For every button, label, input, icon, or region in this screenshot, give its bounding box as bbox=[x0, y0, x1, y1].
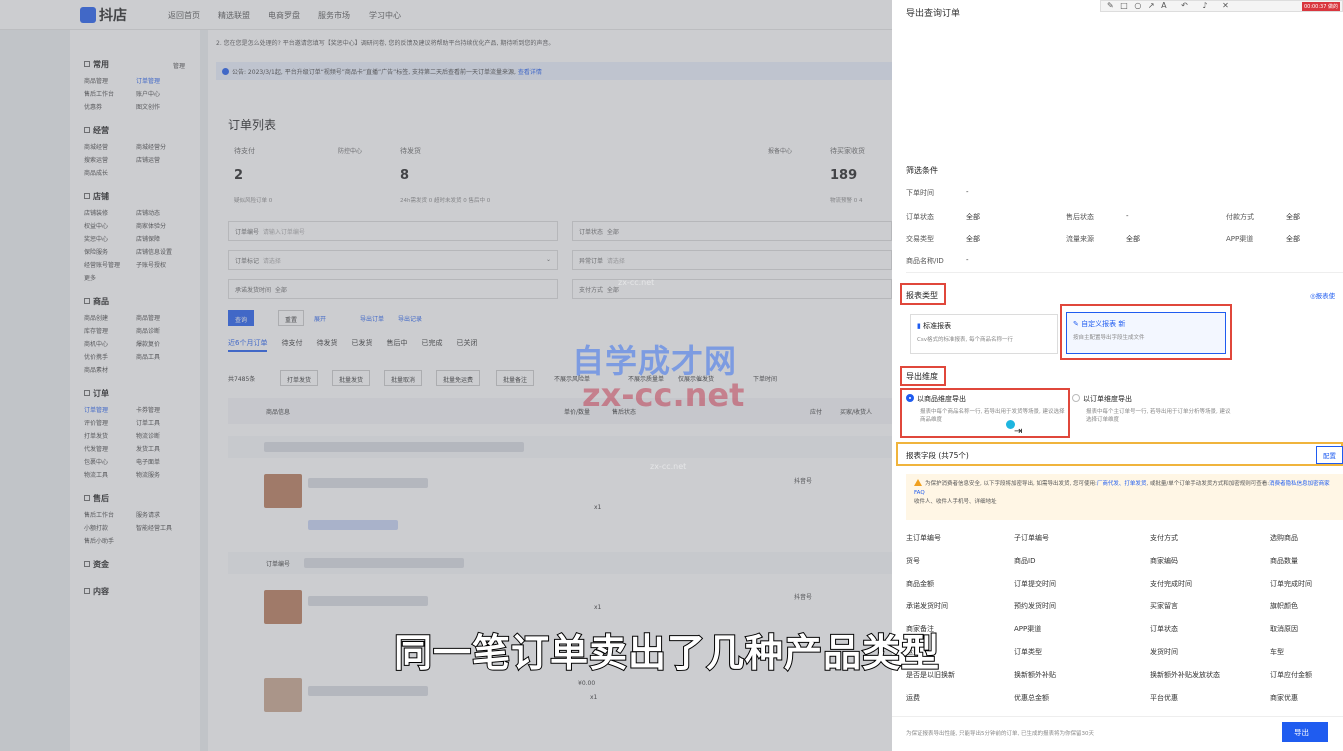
report-field: 订单应付金额 bbox=[1270, 670, 1312, 679]
filter-value-trade-type: 全部 bbox=[966, 235, 980, 243]
screen-recorder-toolbar[interactable]: ✎ □ ○ ↗ A ↶ ♪ ✕ 00:00:37 做的 bbox=[1100, 0, 1343, 12]
filter-value-after-sale: - bbox=[1126, 212, 1129, 220]
recording-timer: 00:00:37 做的 bbox=[1301, 2, 1340, 11]
divider bbox=[906, 272, 1343, 273]
warning-ship-links[interactable]: 厂商代发、打单发货 bbox=[1097, 481, 1147, 487]
export-button[interactable]: 导出 bbox=[1282, 722, 1328, 742]
video-subtitle: 同一笔订单卖出了几种产品类型 bbox=[393, 630, 941, 676]
report-field: 商家优惠 bbox=[1270, 693, 1298, 702]
privacy-warning: 为保护消费者信息安全, 以下字段将加密导出, 如需导出发货, 您可使用:厂商代发… bbox=[906, 474, 1343, 520]
filter-value-product: - bbox=[966, 256, 969, 264]
report-field: 商品ID bbox=[1014, 556, 1036, 565]
arrow-icon[interactable]: ↗ bbox=[1148, 1, 1155, 10]
report-field: 承诺发货时间 bbox=[906, 602, 948, 611]
circle-icon[interactable]: ○ bbox=[1134, 1, 1141, 10]
report-field: 车型 bbox=[1270, 648, 1284, 656]
filter-value-app: 全部 bbox=[1286, 235, 1300, 243]
filter-value-order-status: 全部 bbox=[966, 213, 980, 221]
dimension-title: 导出维度 bbox=[906, 372, 938, 381]
text-icon[interactable]: A bbox=[1161, 1, 1166, 10]
report-field: 选购商品 bbox=[1270, 534, 1298, 542]
report-field: 支付方式 bbox=[1150, 534, 1178, 542]
report-type-title: 报表类型 bbox=[906, 291, 938, 300]
report-field: 商家编码 bbox=[1150, 556, 1178, 565]
report-field: 优惠总金额 bbox=[1014, 693, 1049, 702]
filter-section-title: 筛选条件 bbox=[906, 166, 938, 175]
pen-icon[interactable]: ✎ bbox=[1107, 1, 1114, 10]
report-field: 货号 bbox=[906, 556, 920, 565]
report-field: 订单完成时间 bbox=[1270, 579, 1312, 588]
report-field: 商品数量 bbox=[1270, 556, 1298, 565]
watermark-small: zx-cc.net bbox=[618, 278, 655, 287]
report-fields-bar: 报表字段 (共75个) bbox=[896, 442, 1343, 466]
report-field: 主订单编号 bbox=[906, 534, 941, 542]
report-example-link[interactable]: ◎报表使 bbox=[1310, 290, 1335, 300]
configure-fields-button[interactable]: 配置 bbox=[1316, 446, 1343, 464]
warning-icon bbox=[914, 479, 922, 486]
footer-note: 为保证报表导出性能, 只能导出5分钟前的订单, 已生成的报表将为你保留30天 bbox=[906, 731, 1094, 737]
report-field: 预约发货时间 bbox=[1014, 602, 1056, 611]
filter-value-traffic: 全部 bbox=[1126, 235, 1140, 243]
filter-label-order-status: 订单状态 bbox=[906, 213, 934, 221]
radio-empty-icon bbox=[1072, 394, 1080, 402]
report-field: 订单类型 bbox=[1014, 648, 1042, 656]
filter-label-order-time: 下单时间 bbox=[906, 189, 934, 197]
watermark-en: zx-cc.net bbox=[582, 376, 745, 414]
filter-label-app: APP渠道 bbox=[1226, 235, 1254, 243]
filter-label-after-sale: 售后状态 bbox=[1066, 213, 1094, 221]
filter-value-order-time: - bbox=[966, 188, 969, 196]
report-custom-card[interactable]: ✎ 自定义报表 新 按自主配置导出字段生成文件 bbox=[1066, 312, 1226, 354]
dimension-order-radio[interactable]: 以订单维度导出 报表中每个主订单号一行, 若导出用于订单分析等场景, 建议选择订… bbox=[1072, 394, 1232, 424]
report-field: 商品金额 bbox=[906, 579, 934, 588]
report-field: 换新额外补贴发放状态 bbox=[1150, 670, 1220, 679]
report-field: APP渠道 bbox=[1014, 625, 1042, 634]
report-field: 发货时间 bbox=[1150, 648, 1178, 656]
report-standard-card[interactable]: ▮ 标准报表 Csv格式的标准报表, 每个商品名称一行 bbox=[910, 314, 1058, 354]
rect-icon[interactable]: □ bbox=[1120, 1, 1128, 10]
report-field: 换新额外补贴 bbox=[1014, 670, 1056, 679]
report-field: 平台优惠 bbox=[1150, 693, 1178, 702]
report-field: 取消原因 bbox=[1270, 625, 1298, 634]
cursor-arrow-icon: ⇥ bbox=[1014, 426, 1023, 437]
export-drawer: 导出查询订单 ✎ □ ○ ↗ A ↶ ♪ ✕ 00:00:37 做的 筛选条件 … bbox=[892, 0, 1343, 751]
report-field: 订单状态 bbox=[1150, 625, 1178, 634]
report-field: 旗帜颜色 bbox=[1270, 602, 1298, 611]
dimension-goods-radio[interactable]: 以商品维度导出 报表中每个商品名称一行, 若导出用于发货等场景, 建议选择商品维… bbox=[906, 394, 1066, 424]
radio-selected-icon bbox=[906, 394, 914, 402]
volume-icon[interactable]: ♪ bbox=[1202, 1, 1207, 10]
report-field: 支付完成时间 bbox=[1150, 579, 1192, 588]
filter-label-trade-type: 交易类型 bbox=[906, 235, 934, 243]
watermark-small: zx-cc.net bbox=[650, 462, 687, 471]
close-icon[interactable]: ✕ bbox=[1222, 1, 1229, 10]
report-field: 买家留言 bbox=[1150, 602, 1178, 611]
drawer-title: 导出查询订单 bbox=[906, 9, 961, 19]
edit-icon: ✎ bbox=[1073, 320, 1082, 328]
filter-label-traffic: 流量来源 bbox=[1066, 235, 1094, 243]
report-field: 运费 bbox=[906, 693, 920, 702]
report-field: 子订单编号 bbox=[1014, 534, 1049, 542]
filter-label-pay-method: 付款方式 bbox=[1226, 213, 1254, 221]
filter-label-product: 商品名称/ID bbox=[906, 257, 944, 265]
report-field: 订单提交时间 bbox=[1014, 579, 1056, 588]
undo-icon[interactable]: ↶ bbox=[1181, 1, 1188, 10]
divider bbox=[892, 716, 1343, 717]
filter-value-pay-method: 全部 bbox=[1286, 213, 1300, 221]
